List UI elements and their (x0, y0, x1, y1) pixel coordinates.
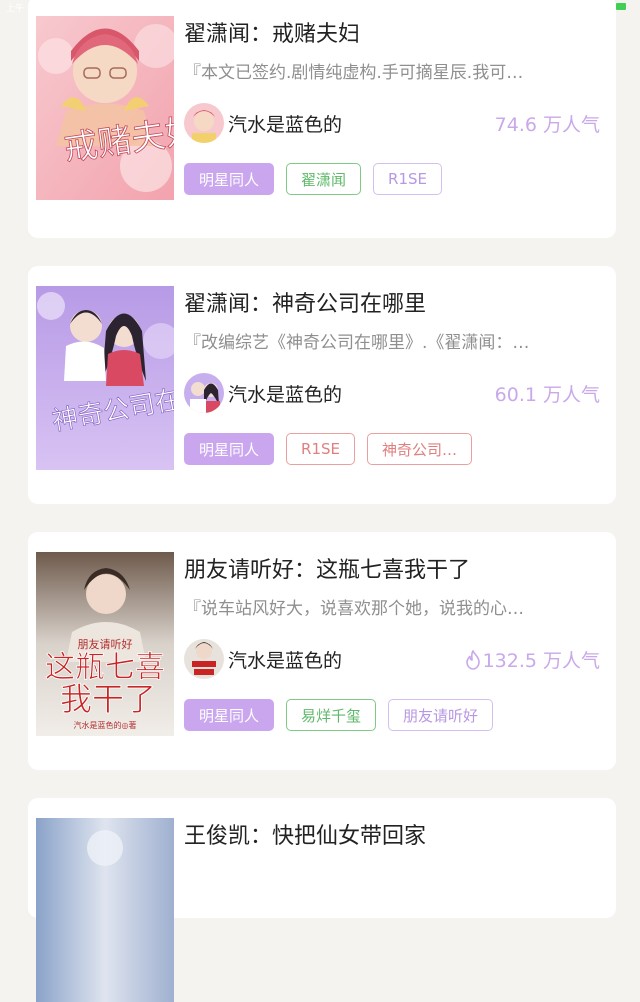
tag-show[interactable]: 朋友请听好 (388, 699, 494, 731)
tag-group[interactable]: R1SE (373, 163, 442, 195)
tag-show[interactable]: 神奇公司… (366, 433, 472, 465)
author-avatar[interactable] (184, 103, 224, 143)
tag-character[interactable]: 翟潇闻 (286, 163, 362, 195)
popularity-count: 132.5 万人气 (465, 646, 600, 673)
book-cover[interactable]: 戒赌夫妇 (36, 16, 174, 200)
book-title[interactable]: 王俊凯：快把仙女带回家 (184, 818, 426, 850)
tag-character[interactable]: 易烊千玺 (286, 699, 377, 731)
popularity-count: 60.1 万人气 (494, 384, 600, 406)
tag-list: 明星同人 R1SE 神奇公司… (184, 433, 472, 465)
book-card[interactable]: 朋友请听好 这瓶七喜 我干了 汽水是蓝色的◎著 朋友请听好：这瓶七喜我干了 『说… (28, 532, 616, 770)
tag-list: 明星同人 翟潇闻 R1SE (184, 163, 442, 195)
popularity-text: 132.5 万人气 (482, 650, 600, 672)
tag-group[interactable]: R1SE (286, 433, 355, 465)
author-name[interactable]: 汽水是蓝色的 (228, 380, 342, 407)
book-title[interactable]: 翟潇闻：神奇公司在哪里 (184, 286, 426, 318)
popularity-count: 74.6 万人气 (494, 114, 600, 136)
author-name[interactable]: 汽水是蓝色的 (228, 110, 342, 137)
author-avatar[interactable] (184, 373, 224, 413)
battery-icon (616, 3, 626, 10)
tag-category[interactable]: 明星同人 (184, 163, 275, 195)
book-card[interactable]: 戒赌夫妇 翟潇闻：戒赌夫妇 『本文已签约.剧情纯虚构.手可摘星辰.我可… 汽水是… (28, 0, 616, 238)
book-description: 『说车站风好大，说喜欢那个她，说我的心… (184, 599, 524, 619)
book-cover[interactable]: 朋友请听好 这瓶七喜 我干了 汽水是蓝色的◎著 (36, 552, 174, 736)
book-cover[interactable] (36, 818, 174, 1002)
book-card[interactable]: 神奇公司在哪里 翟潇闻：神奇公司在哪里 『改编综艺《神奇公司在哪里》.《翟潇闻：… (28, 266, 616, 504)
book-cover[interactable]: 神奇公司在哪里 (36, 286, 174, 470)
cover-author-text: 汽水是蓝色的◎著 (74, 720, 137, 730)
author-avatar[interactable] (184, 639, 224, 679)
tag-list: 明星同人 易烊千玺 朋友请听好 (184, 699, 494, 731)
flame-icon (465, 649, 480, 670)
tag-category[interactable]: 明星同人 (184, 433, 275, 465)
author-name[interactable]: 汽水是蓝色的 (228, 646, 342, 673)
book-title[interactable]: 朋友请听好：这瓶七喜我干了 (184, 552, 470, 584)
book-card[interactable]: 王俊凯：快把仙女带回家 (28, 798, 616, 1002)
status-time: 上午 (6, 3, 25, 13)
book-description: 『改编综艺《神奇公司在哪里》.《翟潇闻：… (184, 333, 530, 353)
cover-title-line2: 我干了 (60, 680, 156, 718)
tag-category[interactable]: 明星同人 (184, 699, 275, 731)
book-title[interactable]: 翟潇闻：戒赌夫妇 (184, 16, 360, 48)
cover-subtitle-text: 朋友请听好 (78, 637, 133, 651)
book-description: 『本文已签约.剧情纯虚构.手可摘星辰.我可… (184, 63, 524, 83)
